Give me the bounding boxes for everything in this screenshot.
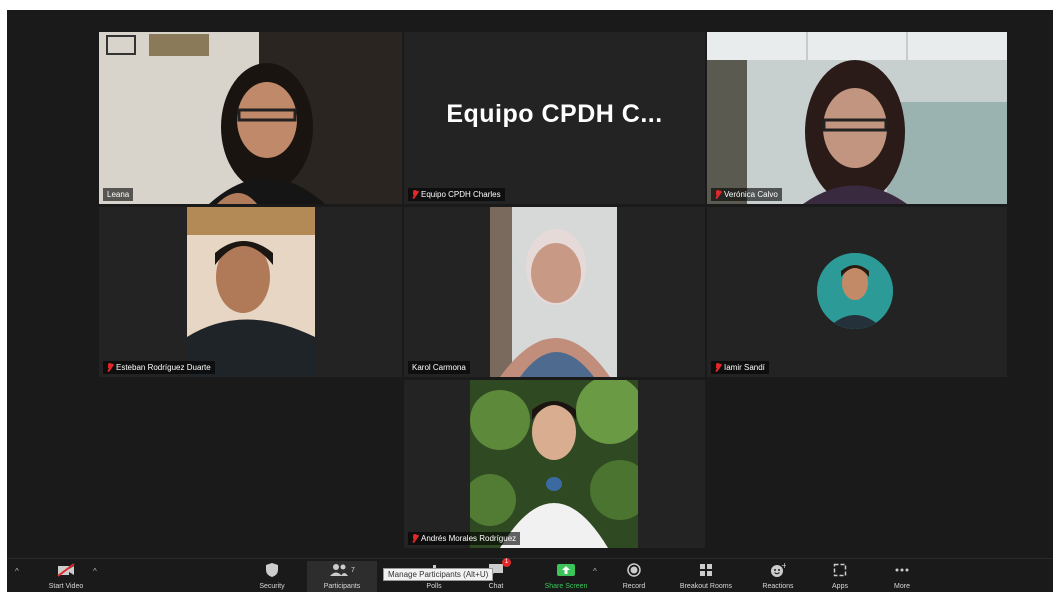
chat-unread-badge: 1: [502, 558, 511, 567]
video-tile-equipo-cpdh[interactable]: Equipo CPDH C... Equipo CPDH Charles: [404, 32, 705, 204]
reactions-icon: +: [770, 561, 786, 579]
participant-name: Verónica Calvo: [724, 190, 778, 199]
more-button[interactable]: More: [873, 561, 931, 592]
breakout-rooms-icon: [699, 561, 713, 579]
more-label: More: [894, 583, 910, 590]
participant-name: Karol Carmona: [412, 363, 466, 372]
video-tile-leana[interactable]: Leana: [99, 32, 402, 204]
share-screen-icon: [556, 561, 576, 579]
reactions-button[interactable]: + Reactions: [749, 561, 807, 592]
share-options-caret-icon[interactable]: ^: [593, 567, 597, 576]
share-screen-label: Share Screen: [544, 583, 588, 590]
participant-video: [99, 32, 402, 204]
video-tile-esteban[interactable]: Esteban Rodríguez Duarte: [99, 207, 402, 377]
video-options-caret-icon[interactable]: ^: [93, 567, 97, 576]
mic-muted-icon: [412, 190, 418, 199]
participants-icon: 7: [329, 561, 355, 579]
participant-name-label: Karol Carmona: [408, 361, 470, 374]
participant-name-label: Andrés Morales Rodríguez: [408, 532, 521, 545]
mic-muted-icon: [107, 363, 113, 372]
record-button[interactable]: Record: [605, 561, 663, 592]
participants-button[interactable]: 7 Participants: [307, 561, 377, 592]
participant-name-label: Verónica Calvo: [711, 188, 782, 201]
video-off-icon: [57, 561, 75, 579]
record-icon: [627, 561, 641, 579]
participant-video: [707, 32, 1007, 204]
start-video-button[interactable]: Start Video: [37, 561, 95, 592]
breakout-rooms-button[interactable]: Breakout Rooms: [671, 561, 741, 592]
participant-video: [490, 207, 617, 377]
participant-name: Iamir Sandí: [724, 363, 765, 372]
breakout-rooms-label: Breakout Rooms: [679, 583, 733, 590]
audio-options-caret-icon[interactable]: ^: [15, 567, 19, 576]
participant-display-title: Equipo CPDH C...: [446, 100, 663, 128]
video-tile-veronica[interactable]: Verónica Calvo: [707, 32, 1007, 204]
participant-name: Esteban Rodríguez Duarte: [116, 363, 211, 372]
mic-muted-icon: [715, 363, 721, 372]
participants-count: 7: [351, 566, 355, 574]
chat-label: Chat: [488, 583, 504, 590]
more-icon: [894, 561, 910, 579]
mic-muted-icon: [715, 190, 721, 199]
meeting-window: Leana Equipo CPDH C... Equipo CPDH Charl…: [7, 10, 1053, 592]
apps-label: Apps: [832, 583, 848, 590]
participant-name-label: Leana: [103, 188, 134, 201]
record-label: Record: [622, 583, 646, 590]
shield-icon: [265, 561, 279, 579]
participant-name: Equipo CPDH Charles: [421, 190, 501, 199]
security-label: Security: [259, 583, 285, 590]
participant-name-label: Equipo CPDH Charles: [408, 188, 505, 201]
participant-name: Leana: [107, 190, 130, 199]
apps-button[interactable]: Apps: [811, 561, 869, 592]
participant-name-label: Iamir Sandí: [711, 361, 769, 374]
participants-tooltip: Manage Participants (Alt+U): [383, 568, 494, 581]
video-tile-iamir[interactable]: Iamir Sandí: [707, 207, 1007, 377]
participant-avatar: [817, 253, 893, 329]
participants-label: Participants: [323, 583, 361, 590]
mic-muted-icon: [412, 534, 418, 543]
polls-label: Polls: [426, 583, 442, 590]
share-screen-button[interactable]: Share Screen: [535, 561, 597, 592]
start-video-label: Start Video: [48, 583, 84, 590]
reactions-label: Reactions: [762, 583, 794, 590]
participant-name: Andrés Morales Rodríguez: [421, 534, 517, 543]
meeting-toolbar: ^ Start Video ^ Security 7 Participants: [7, 558, 1053, 592]
video-tile-andres[interactable]: Andrés Morales Rodríguez: [404, 380, 705, 548]
svg-text:+: +: [781, 562, 786, 570]
security-button[interactable]: Security: [243, 561, 301, 592]
apps-icon: [833, 561, 847, 579]
avatar-photo: [817, 253, 893, 329]
video-tile-karol[interactable]: Karol Carmona: [404, 207, 705, 377]
participant-video: [470, 380, 638, 548]
participant-video: [187, 207, 315, 377]
participant-name-label: Esteban Rodríguez Duarte: [103, 361, 215, 374]
